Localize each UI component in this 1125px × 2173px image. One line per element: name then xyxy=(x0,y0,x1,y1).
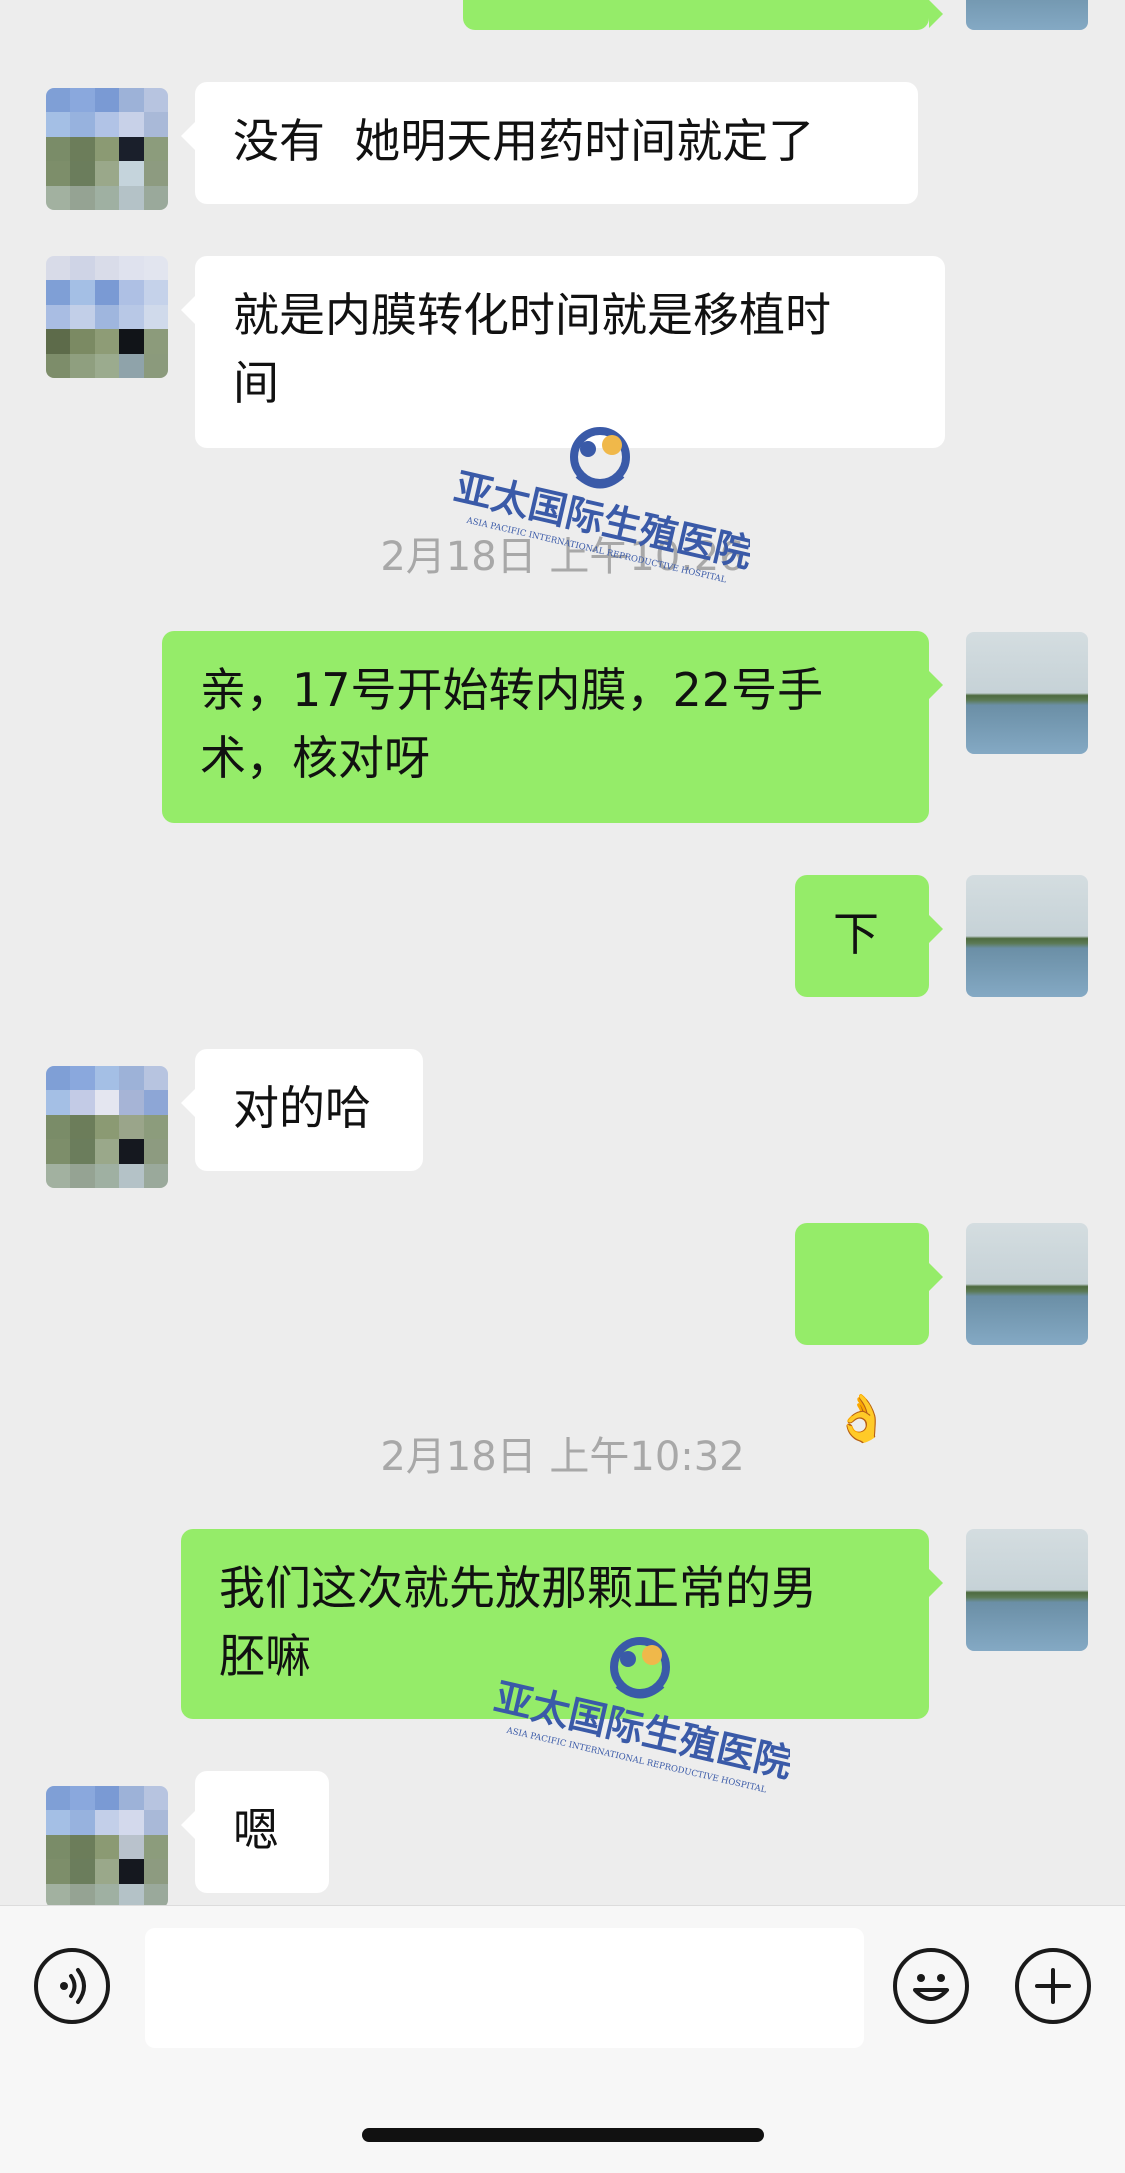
message-bubble-outgoing[interactable]: 下 xyxy=(795,875,943,997)
avatar-self[interactable] xyxy=(966,1223,1088,1345)
plus-icon xyxy=(1035,1968,1071,2004)
avatar-self[interactable] xyxy=(966,875,1088,997)
avatar-contact[interactable] xyxy=(46,1786,168,1905)
chat-area[interactable]: 没有 她明天用药时间就定了 就是内膜转化时间就是移植时 间 2月18日 上午10… xyxy=(0,0,1125,1905)
voice-icon xyxy=(60,1968,86,2004)
hospital-logo-icon: 亚太国际生殖医院 ASIA PACIFIC INTERNATIONAL REPR… xyxy=(490,1637,797,1795)
emoji-icon xyxy=(913,1974,949,2001)
avatar-self[interactable] xyxy=(966,632,1088,754)
add-button[interactable] xyxy=(1015,1948,1091,2024)
hospital-watermark: 亚太国际生殖医院 ASIA PACIFIC INTERNATIONAL REPR… xyxy=(450,415,757,605)
avatar-contact[interactable] xyxy=(46,256,168,378)
avatar-self[interactable] xyxy=(966,0,1088,30)
message-bubble-outgoing[interactable] xyxy=(463,0,943,30)
avatar-contact[interactable] xyxy=(46,1066,168,1188)
avatar-contact[interactable] xyxy=(46,88,168,210)
message-bubble-incoming[interactable]: 嗯 xyxy=(181,1771,329,1893)
timestamp: 2月18日 上午10:32 xyxy=(380,1434,745,1480)
hospital-watermark: 亚太国际生殖医院 ASIA PACIFIC INTERNATIONAL REPR… xyxy=(490,1625,797,1815)
hospital-logo-icon: 亚太国际生殖医院 ASIA PACIFIC INTERNATIONAL REPR… xyxy=(450,427,757,585)
message-bubble-incoming[interactable]: 对的哈 xyxy=(181,1049,423,1171)
message-bubble-outgoing[interactable]: 👌 xyxy=(795,1223,943,1445)
emoji-button[interactable] xyxy=(893,1948,969,2024)
message-bubble-incoming[interactable]: 没有 她明天用药时间就定了 xyxy=(181,82,918,204)
message-bubble-outgoing[interactable]: 亲，17号开始转内膜，22号手 术，核对呀 xyxy=(162,631,943,823)
message-input[interactable] xyxy=(145,1928,864,2048)
voice-button[interactable] xyxy=(34,1948,110,2024)
avatar-self[interactable] xyxy=(966,1529,1088,1651)
home-indicator[interactable] xyxy=(362,2128,764,2142)
